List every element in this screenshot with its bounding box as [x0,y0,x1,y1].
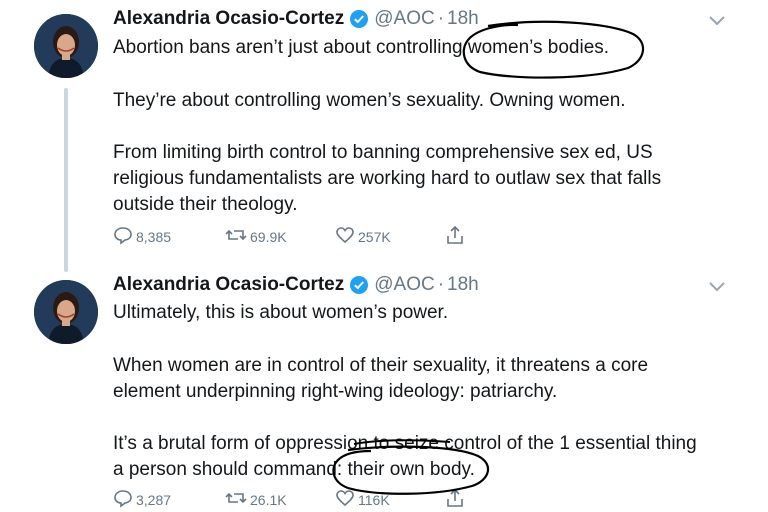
tweet-text-line: element underpinning right-wing ideology… [113,381,558,402]
tweet-time[interactable]: 18h [447,8,479,30]
reply-count: 8,385 [136,228,172,245]
tweet-text-line: They’re about controlling women’s sexual… [113,90,626,111]
reply-icon [113,225,136,248]
share-button[interactable] [445,225,468,248]
tweet-text-line: religious fundamentalists are working ha… [113,168,662,189]
like-button[interactable]: 257K [335,225,391,248]
thread-line [64,88,68,272]
separator-dot: · [437,8,445,29]
tweet-text-line: Abortion bans aren’t just about controll… [113,37,610,58]
author-name[interactable]: Alexandria Ocasio-Cortez [113,274,344,296]
tweet-time[interactable]: 18h [447,274,479,296]
avatar[interactable] [34,280,98,344]
chevron-down-icon[interactable] [706,14,728,28]
tweet-header: Alexandria Ocasio-Cortez @AOC · 18h [113,8,479,30]
like-icon [335,225,358,248]
author-name[interactable]: Alexandria Ocasio-Cortez [113,8,344,30]
tweet-text-line: Ultimately, this is about women’s power. [113,302,449,323]
retweet-button[interactable]: 69.9K [225,225,287,248]
tweet-text-line: From limiting birth control to banning c… [113,142,653,163]
tweet-header: Alexandria Ocasio-Cortez @AOC · 18h [113,274,479,296]
share-icon [445,225,468,248]
author-handle[interactable]: @AOC [374,8,434,30]
separator-dot: · [437,274,445,295]
retweet-count: 69.9K [250,228,287,245]
reply-button[interactable]: 8,385 [113,225,171,248]
tweet-text-line: When women are in control of their sexua… [113,355,649,376]
verified-badge-icon [349,9,369,29]
retweet-icon [225,225,250,248]
author-handle[interactable]: @AOC [374,274,434,296]
chevron-down-icon[interactable] [706,280,728,294]
tweet-text-line: a person should command: their own body. [113,459,475,480]
avatar[interactable] [34,14,98,78]
tweet-text-line: It’s a brutal form of oppression to seiz… [113,433,697,454]
tweet-text-line: outside their theology. [113,194,298,215]
verified-badge-icon [349,275,369,295]
like-count: 257K [358,228,391,245]
